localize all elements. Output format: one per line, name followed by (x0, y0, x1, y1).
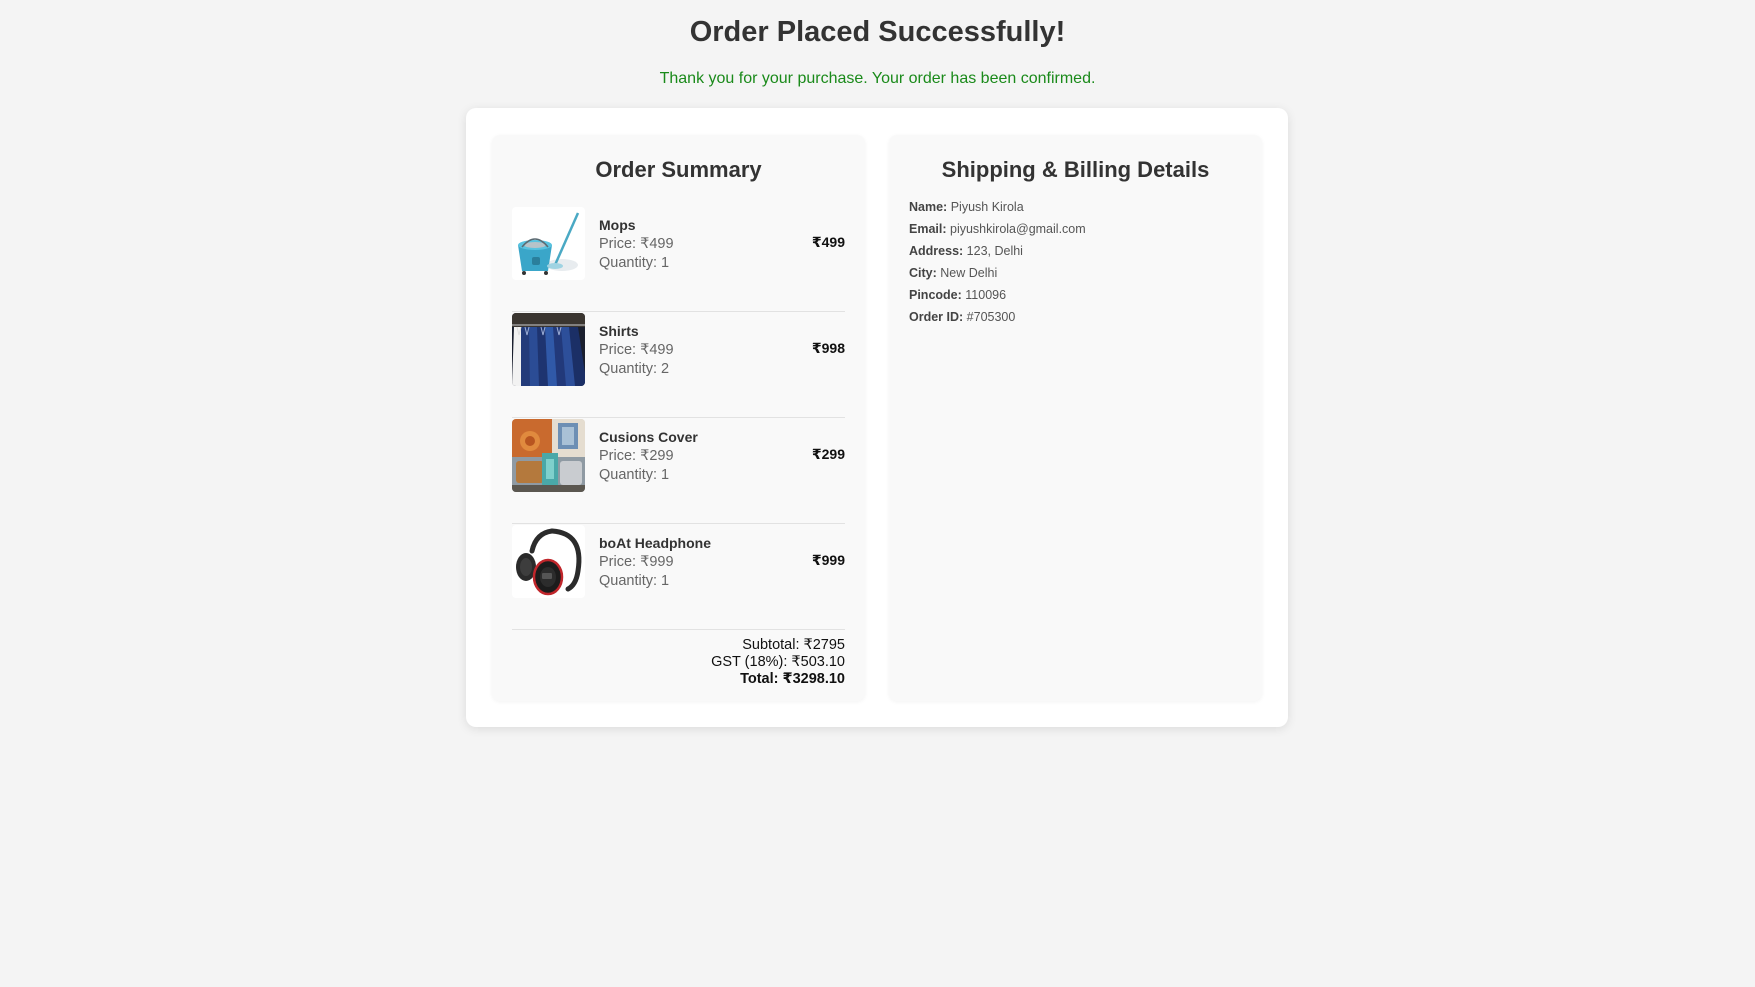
order-items-list: Mops Price: ₹499 Quantity: 1 ₹499 Shirts… (512, 207, 845, 631)
item-quantity: Quantity: 1 (599, 573, 670, 589)
shipping-billing-title: Shipping & Billing Details (941, 157, 1210, 182)
item-name: Cusions Cover (599, 429, 698, 445)
detail-value: Piyush Kirola (950, 200, 1024, 214)
item-total: ₹999 (811, 552, 845, 568)
item-quantity: Quantity: 1 (599, 255, 670, 271)
shipping-details-list: Name: Piyush Kirola Email: piyushkirola@… (909, 196, 1086, 328)
item-price: Price: ₹499 (599, 342, 674, 358)
detail-value: 123, Delhi (966, 244, 1023, 258)
mop-bucket-image (512, 207, 585, 280)
order-totals: Subtotal: ₹2795 GST (18%): ₹503.10 Total… (711, 637, 845, 688)
subtotal: Subtotal: ₹2795 (742, 637, 845, 653)
list-item: Shirts Price: ₹499 Quantity: 2 ₹998 (512, 313, 845, 418)
item-total: ₹998 (811, 340, 845, 356)
detail-email: Email: piyushkirola@gmail.com (909, 218, 1086, 240)
detail-label: Name: (909, 200, 948, 214)
item-price: Price: ₹299 (599, 448, 674, 464)
detail-value: New Delhi (940, 266, 998, 280)
list-item: boAt Headphone Price: ₹999 Quantity: 1 ₹… (512, 525, 845, 630)
detail-value: piyushkirola@gmail.com (950, 222, 1086, 236)
list-item: Mops Price: ₹499 Quantity: 1 ₹499 (512, 207, 845, 312)
grand-total: Total: ₹3298.10 (740, 671, 845, 687)
detail-label: Pincode: (909, 288, 962, 302)
detail-value: 110096 (965, 288, 1007, 302)
item-quantity: Quantity: 2 (599, 361, 670, 377)
detail-label: Address: (909, 244, 964, 258)
item-name: Mops (599, 217, 636, 233)
item-price: Price: ₹499 (599, 236, 674, 252)
order-summary-title: Order Summary (595, 157, 762, 182)
item-name: Shirts (599, 323, 639, 339)
detail-city: City: New Delhi (909, 262, 1086, 284)
detail-label: Email: (909, 222, 947, 236)
order-confirmation-card: Order Summary Mops Price: ₹499 Quantity:… (466, 108, 1288, 727)
detail-pincode: Pincode: 110096 (909, 284, 1086, 306)
item-price: Price: ₹999 (599, 554, 674, 570)
detail-name: Name: Piyush Kirola (909, 196, 1086, 218)
item-name: boAt Headphone (599, 535, 711, 551)
item-total: ₹299 (811, 446, 845, 462)
detail-label: City: (909, 266, 937, 280)
cushion-covers-image (512, 419, 585, 492)
page-title: Order Placed Successfully! (689, 16, 1066, 48)
confirmation-message: Thank you for your purchase. Your order … (659, 70, 1096, 87)
item-total: ₹499 (811, 234, 845, 250)
headphone-image (512, 525, 585, 598)
detail-value: #705300 (966, 310, 1016, 324)
detail-label: Order ID: (909, 310, 964, 324)
list-item: Cusions Cover Price: ₹299 Quantity: 1 ₹2… (512, 419, 845, 524)
detail-order-id: Order ID: #705300 (909, 306, 1086, 328)
item-quantity: Quantity: 1 (599, 467, 670, 483)
shirts-rack-image (512, 313, 585, 386)
shipping-billing-panel: Shipping & Billing Details Name: Piyush … (889, 135, 1262, 701)
order-summary-panel: Order Summary Mops Price: ₹499 Quantity:… (492, 135, 865, 701)
gst-amount: GST (18%): ₹503.10 (711, 654, 845, 670)
detail-address: Address: 123, Delhi (909, 240, 1086, 262)
